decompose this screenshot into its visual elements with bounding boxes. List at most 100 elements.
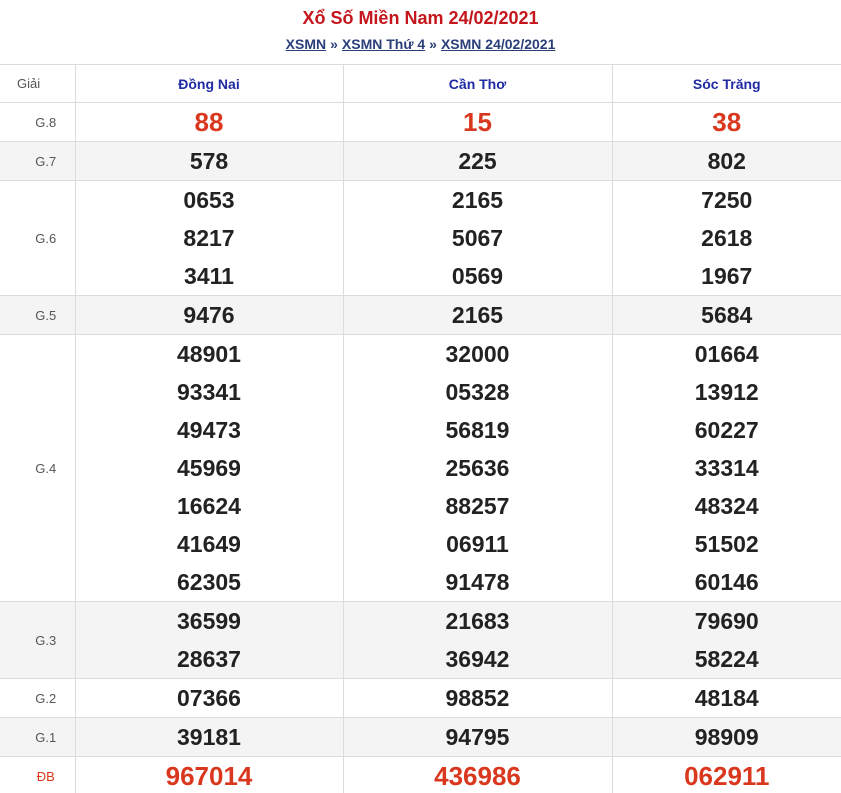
- result-cell: 2165 5067 0569: [342, 180, 613, 296]
- result-number: 0569: [451, 263, 504, 289]
- result-number: 98852: [445, 685, 510, 711]
- result-cell: 38: [611, 102, 841, 142]
- result-number: 05328: [445, 379, 510, 405]
- prize-label: G.4: [0, 334, 76, 602]
- prize-label: ĐB: [0, 756, 76, 793]
- prize-label: G.1: [0, 717, 76, 757]
- result-number: 56819: [445, 417, 510, 443]
- breadcrumb-separator: »: [330, 36, 338, 52]
- result-number: 062911: [684, 761, 770, 791]
- result-number: 36942: [445, 646, 510, 672]
- result-cell: 0653 8217 3411: [74, 180, 344, 296]
- breadcrumb-link-xsmn[interactable]: XSMN: [286, 36, 326, 52]
- result-number: 5684: [701, 302, 753, 328]
- breadcrumb: XSMN» XSMN Thứ 4» XSMN 24/02/2021: [0, 34, 841, 54]
- result-cell: 436986: [342, 756, 613, 793]
- result-number: 07366: [177, 685, 241, 711]
- result-number: 60227: [694, 417, 759, 443]
- result-cell: 79690 58224: [611, 601, 841, 679]
- result-number: 06911: [446, 531, 509, 557]
- result-number: 88: [194, 107, 224, 137]
- result-number: 88257: [445, 493, 510, 519]
- result-number: 94795: [445, 724, 510, 750]
- results-table: Giải Đồng Nai Cần Thơ Sóc Trăng G.8 88 15 3…: [0, 64, 841, 793]
- result-cell: 98909: [611, 717, 841, 757]
- result-number: 15: [463, 107, 492, 137]
- result-cell: 9476: [74, 295, 344, 335]
- result-cell: 2165: [342, 295, 613, 335]
- breadcrumb-link-xsmn-thu-4[interactable]: XSMN Thứ 4: [342, 36, 425, 52]
- result-number: 98909: [694, 724, 759, 750]
- result-number: 3411: [184, 263, 234, 289]
- result-number: 21683: [445, 608, 510, 634]
- result-number: 79690: [694, 608, 759, 634]
- table-header-row: Giải Đồng Nai Cần Thơ Sóc Trăng: [0, 64, 841, 103]
- result-cell: 48901 93341 49473 45969 16624 41649 62305: [74, 334, 344, 602]
- result-cell: 802: [611, 141, 841, 181]
- result-number: 2165: [451, 302, 504, 328]
- result-number: 91478: [445, 569, 510, 595]
- prize-label: G.5: [0, 295, 76, 335]
- result-cell: 578: [74, 141, 344, 181]
- prize-label: G.2: [0, 678, 76, 718]
- result-number: 62305: [177, 569, 241, 595]
- result-number: 802: [707, 148, 746, 174]
- column-header-province: Cần Thơ: [342, 64, 613, 103]
- result-number: 36599: [177, 608, 241, 634]
- prize-label: G.3: [0, 601, 76, 679]
- table-row: G.8 88 15 38: [0, 102, 841, 142]
- result-cell: 5684: [611, 295, 841, 335]
- result-number: 48901: [177, 341, 241, 367]
- result-cell: 94795: [342, 717, 613, 757]
- result-number: 32000: [445, 341, 510, 367]
- result-number: 5067: [451, 225, 504, 251]
- table-row: G.6 0653 8217 3411 2165 5067 0569 7250 2618 1967: [0, 180, 841, 296]
- result-number: 49473: [177, 417, 241, 443]
- result-number: 25636: [445, 455, 510, 481]
- table-row: ĐB 967014 436986 062911: [0, 756, 841, 793]
- result-cell: 48184: [611, 678, 841, 718]
- result-number: 0653: [183, 187, 235, 213]
- result-cell: 36599 28637: [74, 601, 344, 679]
- result-number: 9476: [183, 302, 235, 328]
- result-number: 8217: [183, 225, 235, 251]
- result-number: 28637: [177, 646, 241, 672]
- result-number: 967014: [165, 761, 253, 791]
- table-row: G.4 48901 93341 49473 45969 16624 41649 62305 32…: [0, 334, 841, 602]
- result-cell: 01664 13912 60227 33314 48324 51502 60146: [611, 334, 841, 602]
- result-cell: 07366: [74, 678, 344, 718]
- result-cell: 967014: [74, 756, 344, 793]
- result-cell: 7250 2618 1967: [611, 180, 841, 296]
- prize-label: G.7: [0, 141, 76, 181]
- result-number: 1967: [701, 263, 753, 289]
- result-number: 16624: [177, 493, 241, 519]
- result-cell: 225: [342, 141, 613, 181]
- page-title: Xổ Số Miền Nam 24/02/2021: [302, 8, 539, 28]
- result-number: 2165: [451, 187, 504, 213]
- result-number: 436986: [434, 761, 521, 791]
- results-body: G.8 88 15 38 G.7 578 225 802 G.6 0653 8217 3411 2165…: [0, 102, 841, 793]
- result-number: 60146: [694, 569, 759, 595]
- result-cell: 88: [74, 102, 344, 142]
- result-number: 33314: [694, 455, 759, 481]
- column-header-province: Đồng Nai: [74, 64, 344, 103]
- column-header-province: Sóc Trăng: [611, 64, 841, 103]
- result-number: 39181: [177, 724, 241, 750]
- result-number: 225: [458, 148, 497, 174]
- result-cell: 15: [342, 102, 613, 142]
- breadcrumb-separator: »: [429, 36, 437, 52]
- result-cell: 39181: [74, 717, 344, 757]
- prize-label: G.6: [0, 180, 76, 296]
- result-number: 45969: [177, 455, 241, 481]
- result-number: 93341: [177, 379, 241, 405]
- prize-label: G.8: [0, 102, 76, 142]
- breadcrumb-link-xsmn-date[interactable]: XSMN 24/02/2021: [441, 36, 555, 52]
- result-number: 2618: [701, 225, 753, 251]
- result-number: 38: [712, 107, 742, 137]
- result-number: 48324: [694, 493, 759, 519]
- result-number: 01664: [694, 341, 759, 367]
- result-number: 58224: [694, 646, 759, 672]
- table-row: G.3 36599 28637 21683 36942 79690 58224: [0, 601, 841, 679]
- table-row: G.1 39181 94795 98909: [0, 717, 841, 757]
- result-cell: 98852: [342, 678, 613, 718]
